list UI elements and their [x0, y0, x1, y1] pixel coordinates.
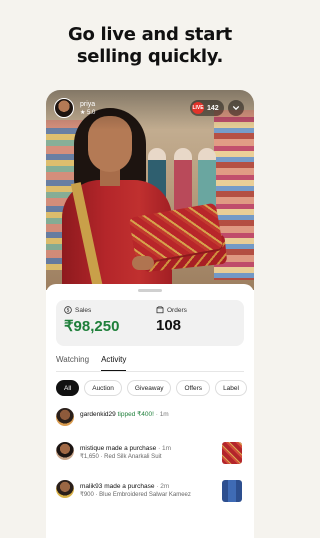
filter-label[interactable]: Label: [215, 380, 247, 396]
feed-time: · 1m: [158, 445, 172, 452]
feed-user: malik93: [80, 483, 103, 490]
sales-value: ₹98,250: [64, 318, 120, 335]
filter-giveaway[interactable]: Giveaway: [126, 380, 172, 396]
live-viewers-pill: LIVE 142: [190, 100, 224, 116]
activity-feed: gardenkid29 tipped ₹400! · 1m mistique m…: [56, 404, 244, 514]
filter-all[interactable]: All: [56, 380, 80, 396]
activity-filters: All Auction Giveaway Offers Label: [56, 380, 247, 396]
feed-user: mistique: [80, 445, 105, 452]
seller-dashboard-sheet: $ Sales ₹98,250 Orders 108 Watching Acti…: [46, 284, 254, 538]
feed-time: · 1m: [155, 411, 169, 418]
feed-line: gardenkid29 tipped ₹400! · 1m: [80, 410, 169, 419]
list-item[interactable]: mistique made a purchase · 1m ₹1,650 · R…: [56, 438, 244, 476]
collapse-button[interactable]: [228, 100, 244, 116]
headline-line-1: Go live and start: [68, 24, 232, 45]
purchase-detail: ₹1,650 · Red Silk Anarkali Suit: [80, 454, 162, 460]
host-rating: ★ 5.0: [80, 109, 96, 116]
feed-action: made a purchase: [104, 483, 155, 490]
chevron-down-icon: [232, 106, 240, 111]
feed-text: mistique made a purchase · 1m ₹1,650 · R…: [80, 444, 171, 462]
sales-label-row: $ Sales: [64, 306, 119, 314]
feed-line: malik93 made a purchase · 2m: [80, 482, 191, 491]
feed-action: tipped ₹400!: [117, 411, 154, 418]
product-thumbnail[interactable]: [222, 480, 242, 502]
sheet-tabs: Watching Activity: [56, 354, 244, 372]
orders-label-row: Orders: [156, 306, 187, 314]
product-thumbnail[interactable]: [222, 442, 242, 464]
feed-time: · 2m: [156, 483, 170, 490]
orders-label: Orders: [167, 306, 187, 314]
live-stream-video[interactable]: priya ★ 5.0 LIVE 142: [46, 90, 254, 290]
dollar-circle-icon: $: [64, 306, 72, 314]
feed-line: mistique made a purchase · 1m: [80, 444, 171, 453]
headline-line-2: selling quickly.: [76, 46, 224, 67]
stats-card: $ Sales ₹98,250 Orders 108: [56, 300, 244, 346]
feed-action: made a purchase: [106, 445, 157, 452]
drag-handle[interactable]: [138, 289, 162, 292]
purchase-detail: ₹900 · Blue Embroidered Salwar Kameez: [80, 492, 191, 498]
feed-user: gardenkid29: [80, 411, 116, 418]
host-profile[interactable]: priya ★ 5.0: [54, 98, 95, 118]
sales-label: Sales: [75, 306, 92, 314]
host-avatar[interactable]: [54, 98, 74, 118]
avatar: [56, 480, 74, 498]
seller-hand: [132, 256, 154, 270]
tab-activity[interactable]: Activity: [101, 354, 127, 371]
svg-text:$: $: [66, 308, 69, 314]
host-name: priya: [80, 100, 96, 108]
sales-stat: $ Sales ₹98,250: [64, 306, 119, 335]
avatar: [56, 408, 74, 426]
feed-text: malik93 made a purchase · 2m ₹900 · Blue…: [80, 482, 191, 500]
orders-stat: Orders 108: [156, 306, 187, 334]
feed-text: gardenkid29 tipped ₹400! · 1m: [80, 410, 169, 419]
filter-offers[interactable]: Offers: [176, 380, 211, 396]
host-meta: priya ★ 5.0: [80, 100, 95, 117]
orders-value: 108: [156, 317, 182, 334]
tab-watching[interactable]: Watching: [56, 354, 89, 371]
headline: Go live and start selling quickly.: [0, 24, 300, 68]
list-item[interactable]: malik93 made a purchase · 2m ₹900 · Blue…: [56, 476, 244, 514]
list-item[interactable]: gardenkid29 tipped ₹400! · 1m: [56, 404, 244, 438]
filter-auction[interactable]: Auction: [84, 380, 122, 396]
avatar: [56, 442, 74, 460]
viewer-count: 142: [207, 104, 219, 112]
live-badge: LIVE: [192, 102, 204, 114]
phone-screen: priya ★ 5.0 LIVE 142 $ Sales ₹98,250 Ord…: [46, 90, 254, 538]
box-icon: [156, 306, 164, 314]
